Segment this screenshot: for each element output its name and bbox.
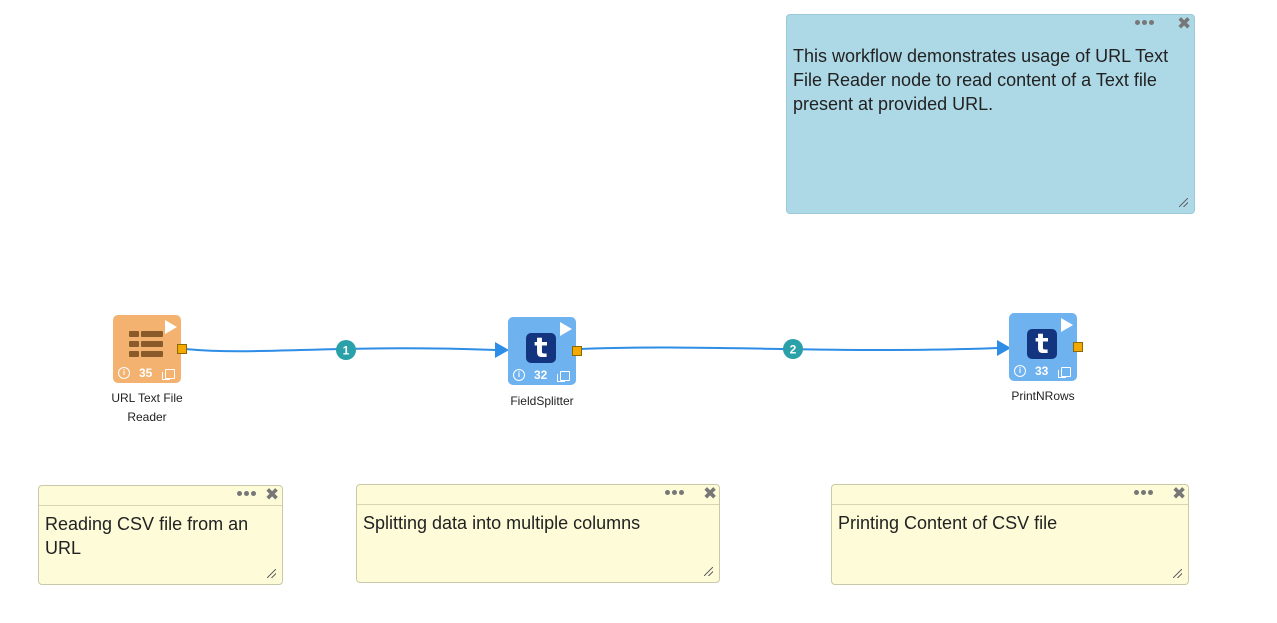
note-header: ✖ xyxy=(39,485,282,506)
note-header: ✖ xyxy=(832,484,1188,505)
node-label: URL Text File Reader xyxy=(111,391,183,424)
resize-handle-icon[interactable] xyxy=(1173,569,1182,578)
info-icon[interactable]: i xyxy=(1014,365,1026,377)
edge-1-badge[interactable]: 1 xyxy=(336,340,356,360)
t-icon: t xyxy=(1027,329,1057,359)
node-id: 32 xyxy=(534,368,548,382)
node-fieldsplitter[interactable]: t i 32 xyxy=(508,317,582,385)
close-icon[interactable]: ✖ xyxy=(703,484,717,504)
edge-1-arrowhead xyxy=(495,342,509,358)
copy-icon[interactable] xyxy=(557,371,570,382)
node-id: 35 xyxy=(139,366,153,380)
close-icon[interactable]: ✖ xyxy=(265,485,279,505)
output-port[interactable] xyxy=(177,344,187,354)
node-label: PrintNRows xyxy=(1011,389,1075,403)
edge-2-badge[interactable]: 2 xyxy=(783,339,803,359)
resize-handle-icon[interactable] xyxy=(1179,198,1188,207)
execute-play-icon[interactable] xyxy=(1061,318,1073,332)
more-options-icon[interactable] xyxy=(1134,490,1155,495)
workflow-canvas[interactable]: 1 2 ✖ This workflow demonstrates usage o… xyxy=(0,0,1277,623)
output-port[interactable] xyxy=(572,346,582,356)
edge-1-badge-number: 1 xyxy=(343,344,350,358)
info-icon[interactable]: i xyxy=(513,369,525,381)
info-icon[interactable]: i xyxy=(118,367,130,379)
copy-icon[interactable] xyxy=(1058,367,1071,378)
note-text[interactable]: This workflow demonstrates usage of URL … xyxy=(787,34,1194,122)
node-url-text-file-reader[interactable]: i 35 xyxy=(113,315,187,383)
note-splitting-data[interactable]: ✖ Splitting data into multiple columns xyxy=(356,484,720,583)
more-options-icon[interactable] xyxy=(1135,20,1156,25)
note-text[interactable]: Splitting data into multiple columns xyxy=(357,505,719,541)
node-id: 33 xyxy=(1035,364,1049,378)
execute-play-icon[interactable] xyxy=(560,322,572,336)
copy-icon[interactable] xyxy=(162,369,175,380)
resize-handle-icon[interactable] xyxy=(704,567,713,576)
t-icon: t xyxy=(526,333,556,363)
more-options-icon[interactable] xyxy=(237,491,258,496)
node-printnrows[interactable]: t i 33 xyxy=(1009,313,1083,381)
note-text[interactable]: Printing Content of CSV file xyxy=(832,505,1188,541)
close-icon[interactable]: ✖ xyxy=(1177,14,1191,34)
node-label: FieldSplitter xyxy=(510,394,574,408)
note-text[interactable]: Reading CSV file from an URL xyxy=(39,506,282,566)
description-note[interactable]: ✖ This workflow demonstrates usage of UR… xyxy=(786,14,1195,214)
close-icon[interactable]: ✖ xyxy=(1172,484,1186,504)
output-port[interactable] xyxy=(1073,342,1083,352)
edge-2-badge-number: 2 xyxy=(790,343,797,357)
note-printing-content[interactable]: ✖ Printing Content of CSV file xyxy=(831,484,1189,585)
note-header: ✖ xyxy=(787,14,1194,34)
more-options-icon[interactable] xyxy=(665,490,686,495)
execute-play-icon[interactable] xyxy=(165,320,177,334)
note-reading-csv[interactable]: ✖ Reading CSV file from an URL xyxy=(38,485,283,585)
resize-handle-icon[interactable] xyxy=(267,569,276,578)
note-header: ✖ xyxy=(357,484,719,505)
